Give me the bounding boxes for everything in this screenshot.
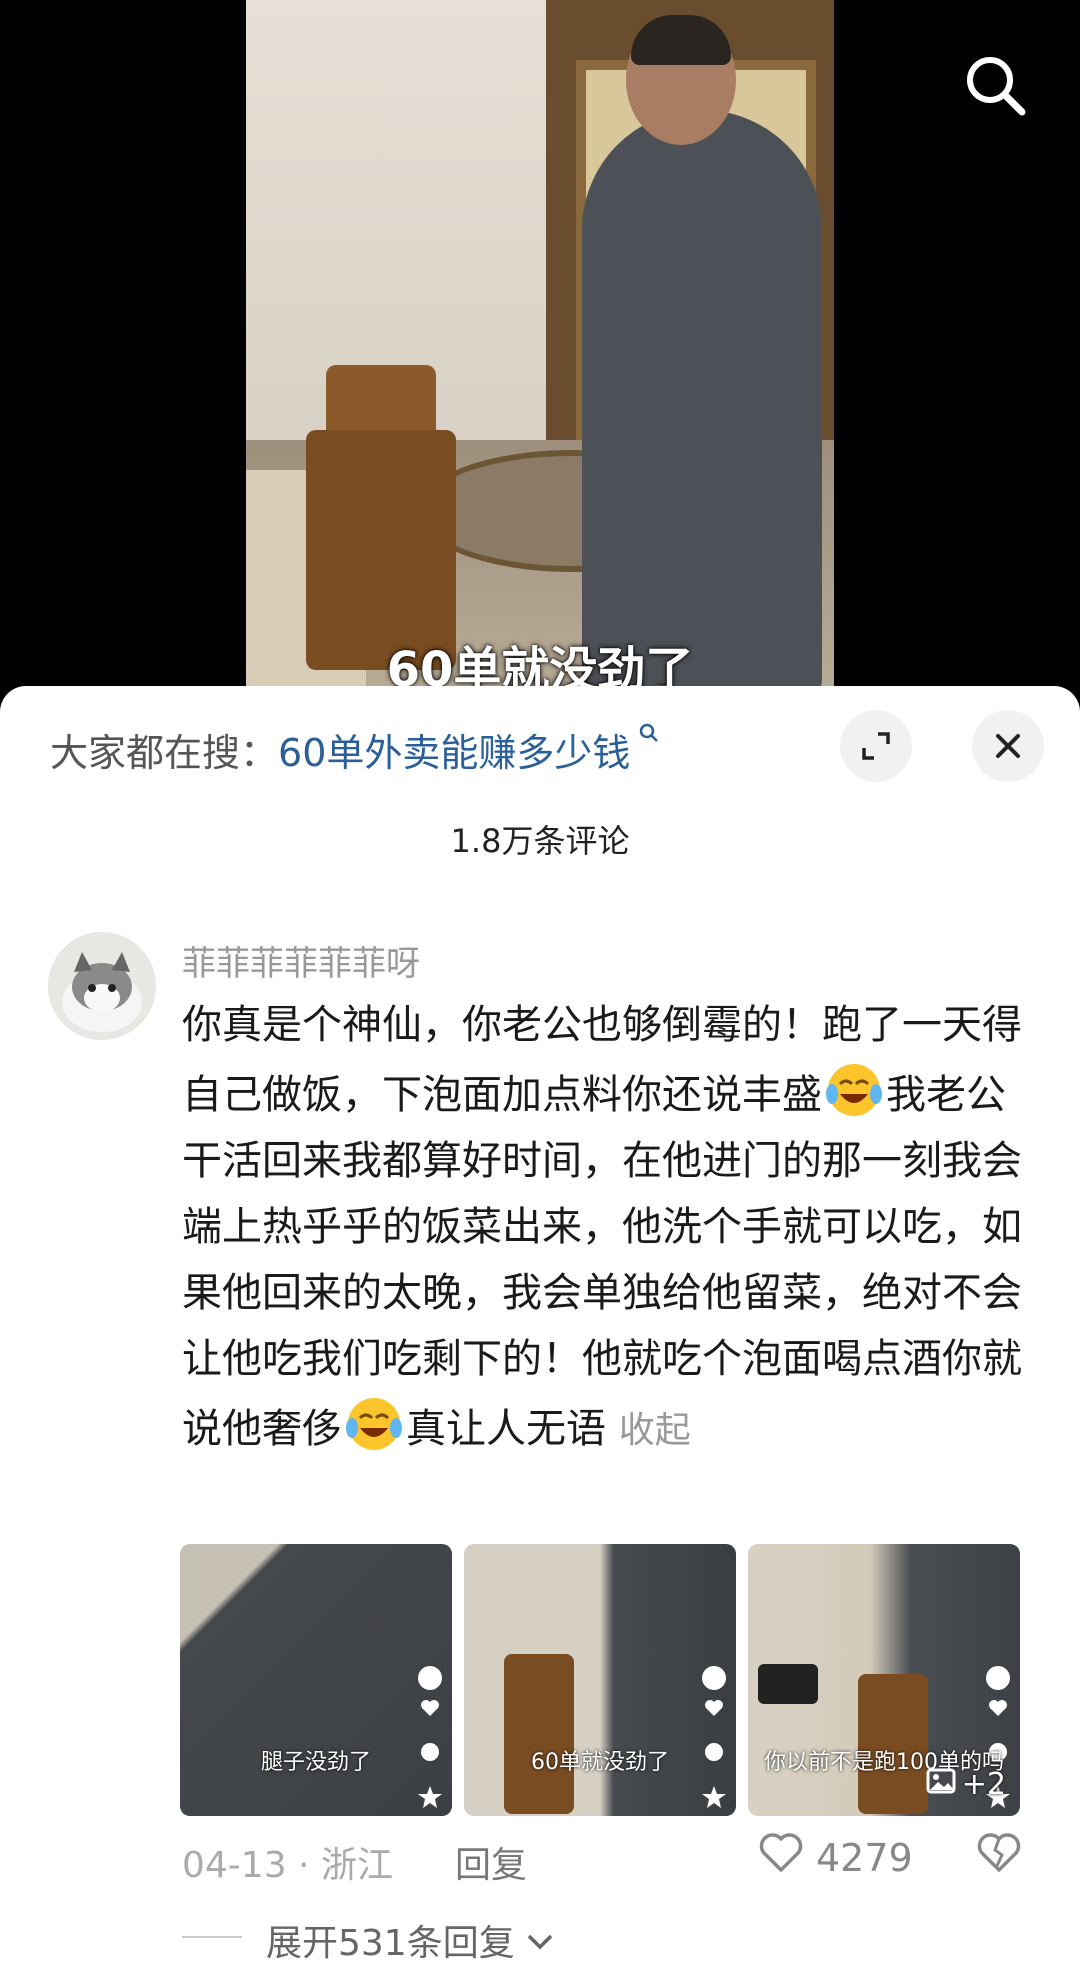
more-images-count: +2 (961, 1767, 1006, 1802)
like-button[interactable]: 4279 (758, 1832, 913, 1883)
more-images-badge[interactable]: +2 (926, 1767, 1006, 1802)
heart-icon (758, 1832, 804, 1883)
collapse-button[interactable]: 收起 (619, 1410, 691, 1451)
comment-count: 1.8万条评论 (450, 822, 630, 860)
comment-text: 你真是个神仙，你老公也够倒霉的！跑了一天得自己做饭，下泡面加点料你还说丰盛 我老公… (182, 992, 1032, 1464)
reply-button[interactable]: 回复 (455, 1836, 527, 1888)
comment-image-2[interactable]: 60单就没劲了 (464, 1544, 736, 1816)
laughing-crying-emoji (822, 1058, 886, 1122)
comment-location: 浙江 (320, 1845, 393, 1886)
search-icon[interactable] (960, 50, 1030, 120)
expand-icon[interactable] (840, 710, 912, 782)
comment-text-part3: 真让人无语 (406, 1406, 606, 1452)
comment-username[interactable]: 菲菲菲菲菲菲呀 (182, 936, 420, 985)
comment-date: 04-13 (182, 1845, 287, 1886)
comment-panel: 大家都在搜：60单外卖能赚多少钱 1.8万条评论 菲菲菲菲菲菲呀 你真是个神仙，… (0, 686, 1080, 1984)
thumbnail-caption: 腿子没劲了 (260, 1750, 371, 1775)
video-player[interactable]: 60单就没劲了 (0, 0, 1080, 700)
hot-search-query[interactable]: 60单外卖能赚多少钱 (278, 731, 630, 775)
thumbnail-caption: 60单就没劲了 (531, 1750, 669, 1775)
comment-image-1[interactable]: 腿子没劲了 (180, 1544, 452, 1816)
laughing-crying-emoji (342, 1392, 406, 1456)
comment-text-part2: 我老公干活回来我都算好时间，在他进门的那一刻我会端上热乎乎的饭菜出来，他洗个手就… (182, 1072, 1022, 1452)
expand-replies-button[interactable]: 展开531条回复 (266, 1914, 555, 1966)
avatar[interactable] (48, 932, 156, 1040)
broken-heart-icon[interactable] (976, 1832, 1022, 1878)
search-small-icon (630, 722, 660, 750)
divider (182, 1936, 242, 1938)
comment-image-3[interactable]: 你以前不是跑100单的吗 +2 (748, 1544, 1020, 1816)
image-icon (926, 1767, 956, 1802)
expand-replies-label: 展开531条回复 (266, 1923, 515, 1964)
comment-meta: 04-13 · 浙江 (182, 1845, 393, 1886)
video-frame (246, 0, 834, 700)
hot-search[interactable]: 大家都在搜：60单外卖能赚多少钱 (50, 722, 660, 777)
hot-search-prefix: 大家都在搜： (50, 731, 279, 775)
close-icon[interactable] (972, 710, 1044, 782)
chevron-down-icon (525, 1920, 555, 1961)
like-count: 4279 (816, 1835, 913, 1880)
comment-images: 腿子没劲了 60单就没劲了 你以前不是跑100单的吗 +2 (180, 1544, 1020, 1816)
